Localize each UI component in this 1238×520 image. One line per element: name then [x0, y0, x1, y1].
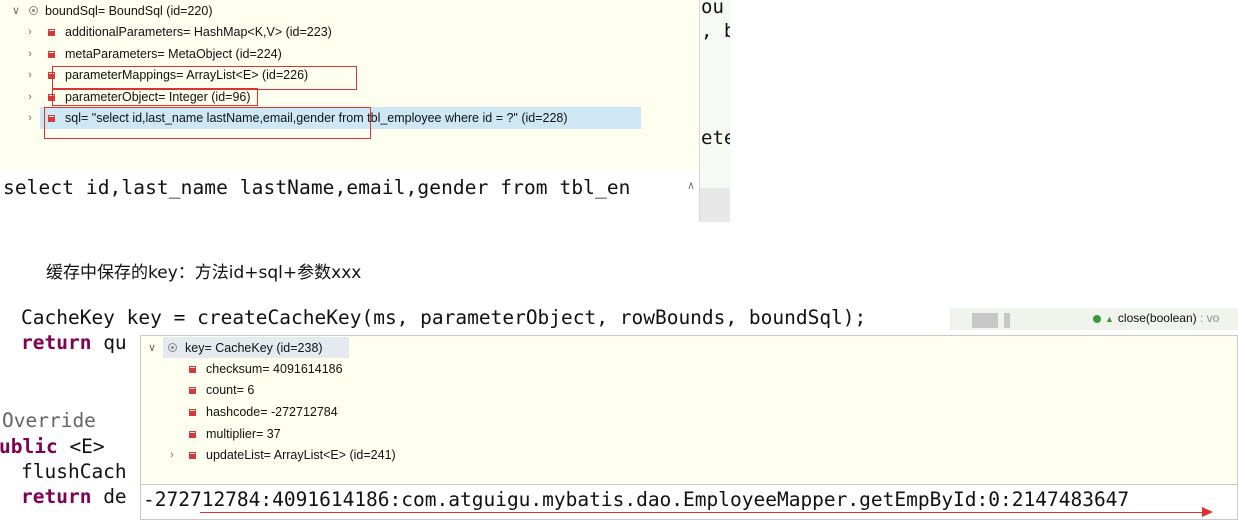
variable-label: parameterMappings= ArrayList<E> (id=226) [65, 68, 309, 82]
keyword: return [21, 485, 92, 505]
field-icon [48, 94, 55, 101]
scroll-up-icon[interactable]: ∧ [687, 179, 695, 192]
field-icon [189, 452, 196, 459]
ruler-block [972, 313, 998, 328]
variable-label: key= CacheKey (id=238) [185, 341, 323, 355]
field-icon [189, 409, 196, 416]
variable-label: multiplier= 37 [206, 427, 281, 441]
chevron-right-icon[interactable]: › [24, 21, 36, 43]
popup-detail-pane: -272712784:4091614186:com.atguigu.mybati… [140, 485, 1238, 520]
code-line: flushCach [21, 460, 127, 483]
field-icon [189, 431, 196, 438]
ruler-block [1004, 313, 1010, 328]
variable-label: additionalParameters= HashMap<K,V> (id=2… [65, 25, 332, 39]
editor-fragment: ou , b ete [699, 0, 730, 222]
scrollbar-area[interactable] [700, 188, 730, 222]
field-icon [48, 51, 55, 58]
object-icon [168, 343, 177, 352]
outline-method-close[interactable]: ▲ close(boolean) : vo [1093, 311, 1219, 325]
variable-label: metaParameters= MetaObject (id=224) [65, 47, 282, 61]
sql-detail-text: select id,last_name lastName,email,gende… [3, 176, 631, 199]
inspect-popup: ∨ key= CacheKey (id=238) checksum= 40916… [140, 335, 1238, 485]
chevron-right-icon[interactable]: › [24, 107, 36, 129]
chevron-down-icon[interactable]: ∨ [10, 0, 22, 22]
chevron-right-icon[interactable]: › [24, 64, 36, 86]
chevron-down-icon[interactable]: ∨ [146, 337, 158, 359]
variables-view: ∨ boundSql= BoundSql (id=220) › addition… [0, 0, 699, 170]
outline-label: close(boolean) [1117, 311, 1197, 325]
code-fragment: , b [701, 20, 730, 42]
annotation-underline [200, 512, 1203, 513]
field-icon [48, 115, 55, 122]
code-line: ublic <E> [0, 435, 105, 458]
code-line: return de [21, 485, 127, 505]
code-text: qu [91, 331, 127, 354]
variable-label: sql= "select id,last_name lastName,email… [65, 111, 568, 125]
code-fragment: ete [701, 127, 730, 149]
variable-label: checksum= 4091614186 [206, 362, 343, 376]
variable-label: updateList= ArrayList<E> (id=241) [206, 448, 396, 462]
code-line: return qu [21, 331, 127, 354]
keyword: ublic [0, 435, 58, 458]
override-marker-icon: ▲ [1105, 314, 1114, 324]
code-text: <E> [57, 435, 105, 458]
variable-label: boundSql= BoundSql (id=220) [45, 4, 213, 18]
code-fragment: ou [701, 0, 724, 18]
caption-text: 缓存中保存的key：方法id+sql+参数xxx [46, 263, 362, 283]
variable-label: count= 6 [206, 383, 255, 397]
detail-pane: select id,last_name lastName,email,gende… [0, 170, 699, 222]
keyword: return [21, 331, 92, 354]
chevron-right-icon[interactable]: › [166, 444, 178, 466]
code-line-annotation: Override [2, 409, 96, 432]
annotation-arrow-icon [1202, 507, 1213, 517]
field-icon [189, 366, 196, 373]
variable-label: hashcode= -272712784 [206, 405, 338, 419]
cache-key-value-text: -272712784:4091614186:com.atguigu.mybati… [143, 488, 1130, 511]
object-icon [29, 6, 38, 15]
outline-type: : vo [1196, 311, 1220, 325]
public-method-icon [1093, 314, 1101, 323]
chevron-right-icon[interactable]: › [24, 43, 36, 65]
field-icon [48, 72, 55, 79]
variable-label: parameterObject= Integer (id=96) [65, 90, 251, 104]
chevron-right-icon[interactable]: › [24, 86, 36, 108]
field-icon [48, 29, 55, 36]
code-line: CacheKey key = createCacheKey(ms, parame… [21, 306, 867, 329]
field-icon [189, 387, 196, 394]
code-text: de [91, 485, 127, 505]
